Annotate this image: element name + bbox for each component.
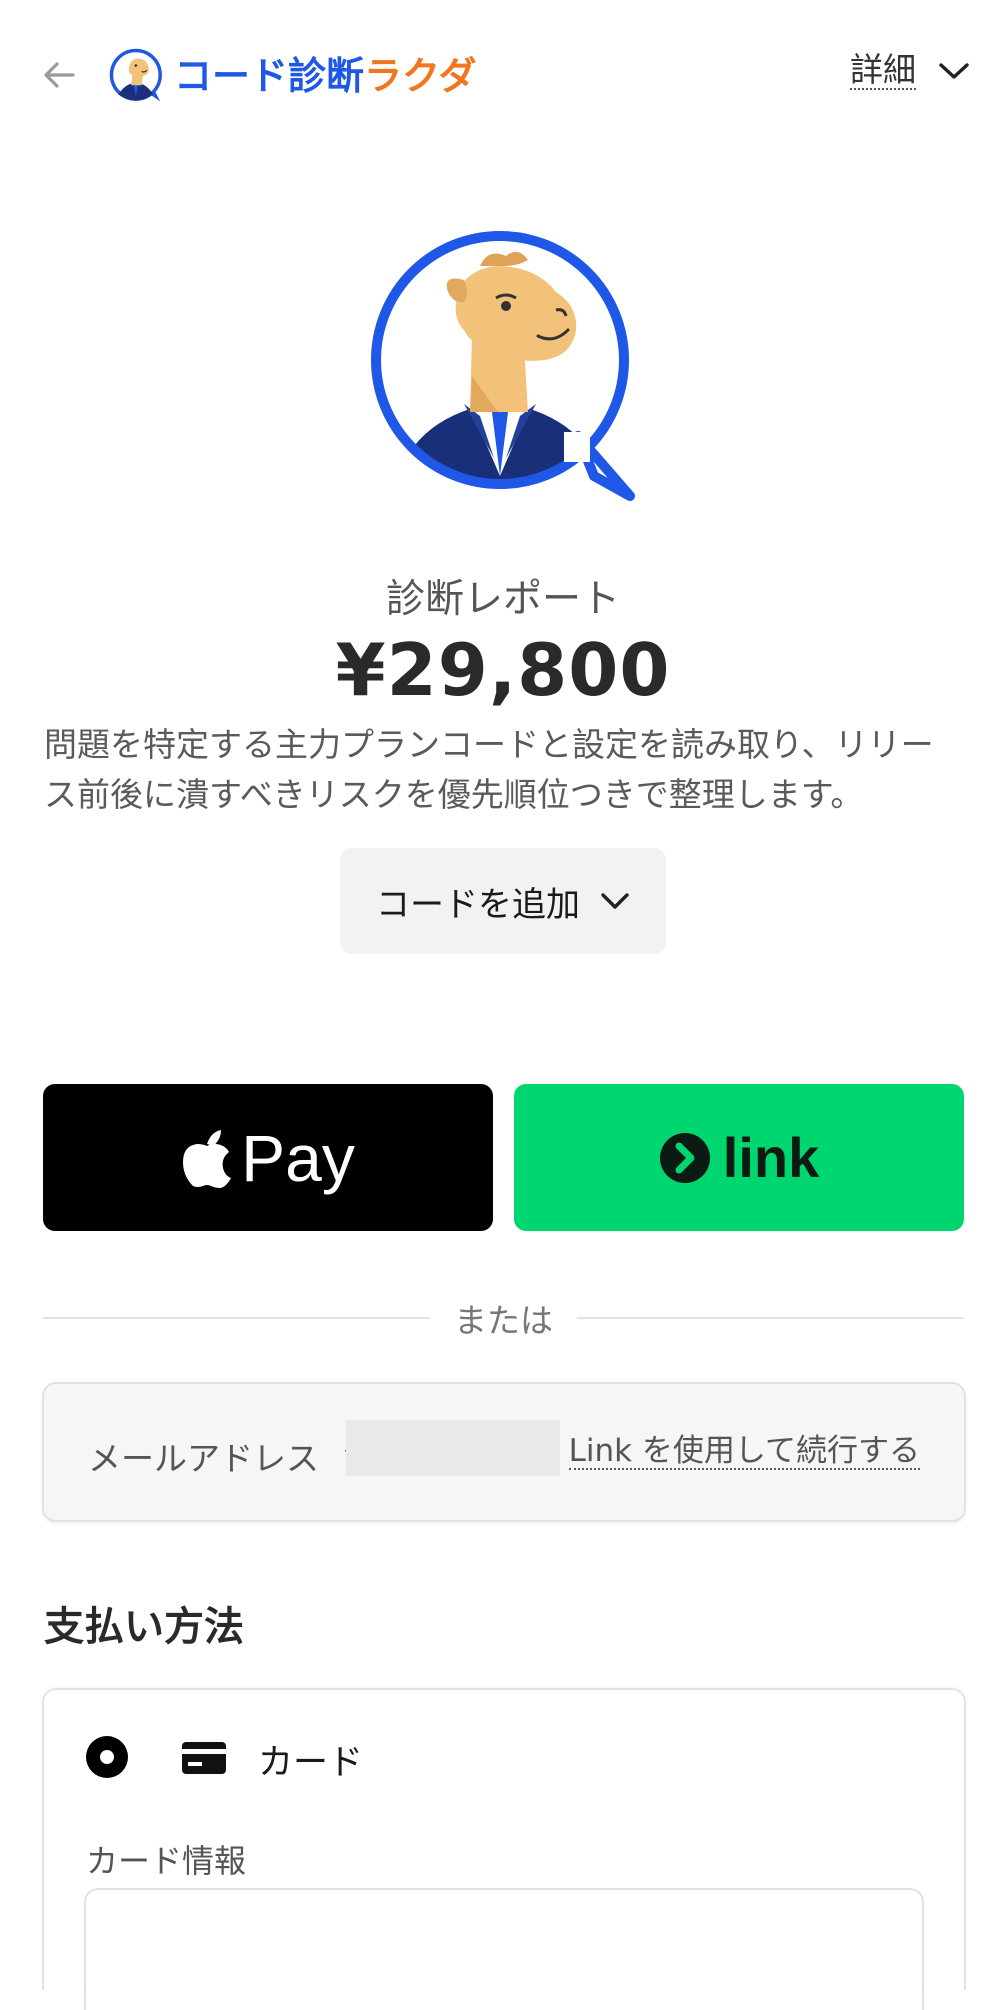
payment-option-card: カード カード情報	[42, 1688, 966, 2010]
apple-pay-button[interactable]: Pay	[43, 1084, 493, 1231]
details-toggle[interactable]: 詳細	[850, 50, 970, 91]
divider-line	[577, 1317, 964, 1319]
details-label: 詳細	[850, 50, 916, 91]
email-redacted-value	[346, 1420, 560, 1476]
apple-pay-label: Pay	[241, 1120, 355, 1195]
brand: コード診断ラクダ	[108, 46, 477, 106]
radio-dot	[100, 1750, 114, 1764]
chevron-down-icon	[939, 63, 969, 79]
or-divider: または	[43, 1296, 964, 1340]
card-option-label: カード	[258, 1743, 364, 1783]
link-continue-link[interactable]: Link を使用して続行する	[568, 1434, 920, 1471]
or-text: または	[454, 1301, 553, 1340]
link-logo-icon	[659, 1132, 710, 1183]
product-name: 診断レポート	[385, 577, 620, 622]
email-label: メールアドレス	[88, 1439, 319, 1478]
card-number-input[interactable]	[84, 1888, 924, 2010]
email-field[interactable]: メールアドレス ゝ Link を使用して続行する	[42, 1382, 966, 1522]
card-radio-button[interactable]	[86, 1736, 128, 1778]
link-pay-button[interactable]: link	[514, 1084, 964, 1231]
add-code-button[interactable]: コードを追加	[340, 848, 666, 954]
divider-line	[43, 1317, 430, 1319]
card-info-label: カード情報	[86, 1842, 247, 1880]
add-code-label: コードを追加	[376, 884, 580, 925]
arrow-left-icon	[44, 62, 75, 88]
back-button[interactable]	[40, 56, 78, 94]
apple-logo-icon	[183, 1129, 232, 1188]
link-pay-label: link	[722, 1126, 820, 1189]
brand-name-part1: コード診断	[174, 54, 365, 98]
camel-logo-icon	[109, 48, 162, 102]
brand-name: コード診断ラクダ	[174, 57, 477, 95]
header: コード診断ラクダ 詳細	[0, 0, 1006, 155]
chevron-down-icon	[601, 893, 629, 909]
brand-name-part2: ラクダ	[364, 54, 477, 98]
product-description: 問題を特定する主力プランコードと設定を読み取り、リリース前後に潰すべきリスクを優…	[44, 725, 934, 814]
credit-card-icon	[182, 1742, 226, 1774]
product-price: ¥29,800	[335, 628, 671, 712]
product-avatar-image	[371, 231, 635, 501]
payment-method-heading: 支払い方法	[44, 1604, 244, 1650]
